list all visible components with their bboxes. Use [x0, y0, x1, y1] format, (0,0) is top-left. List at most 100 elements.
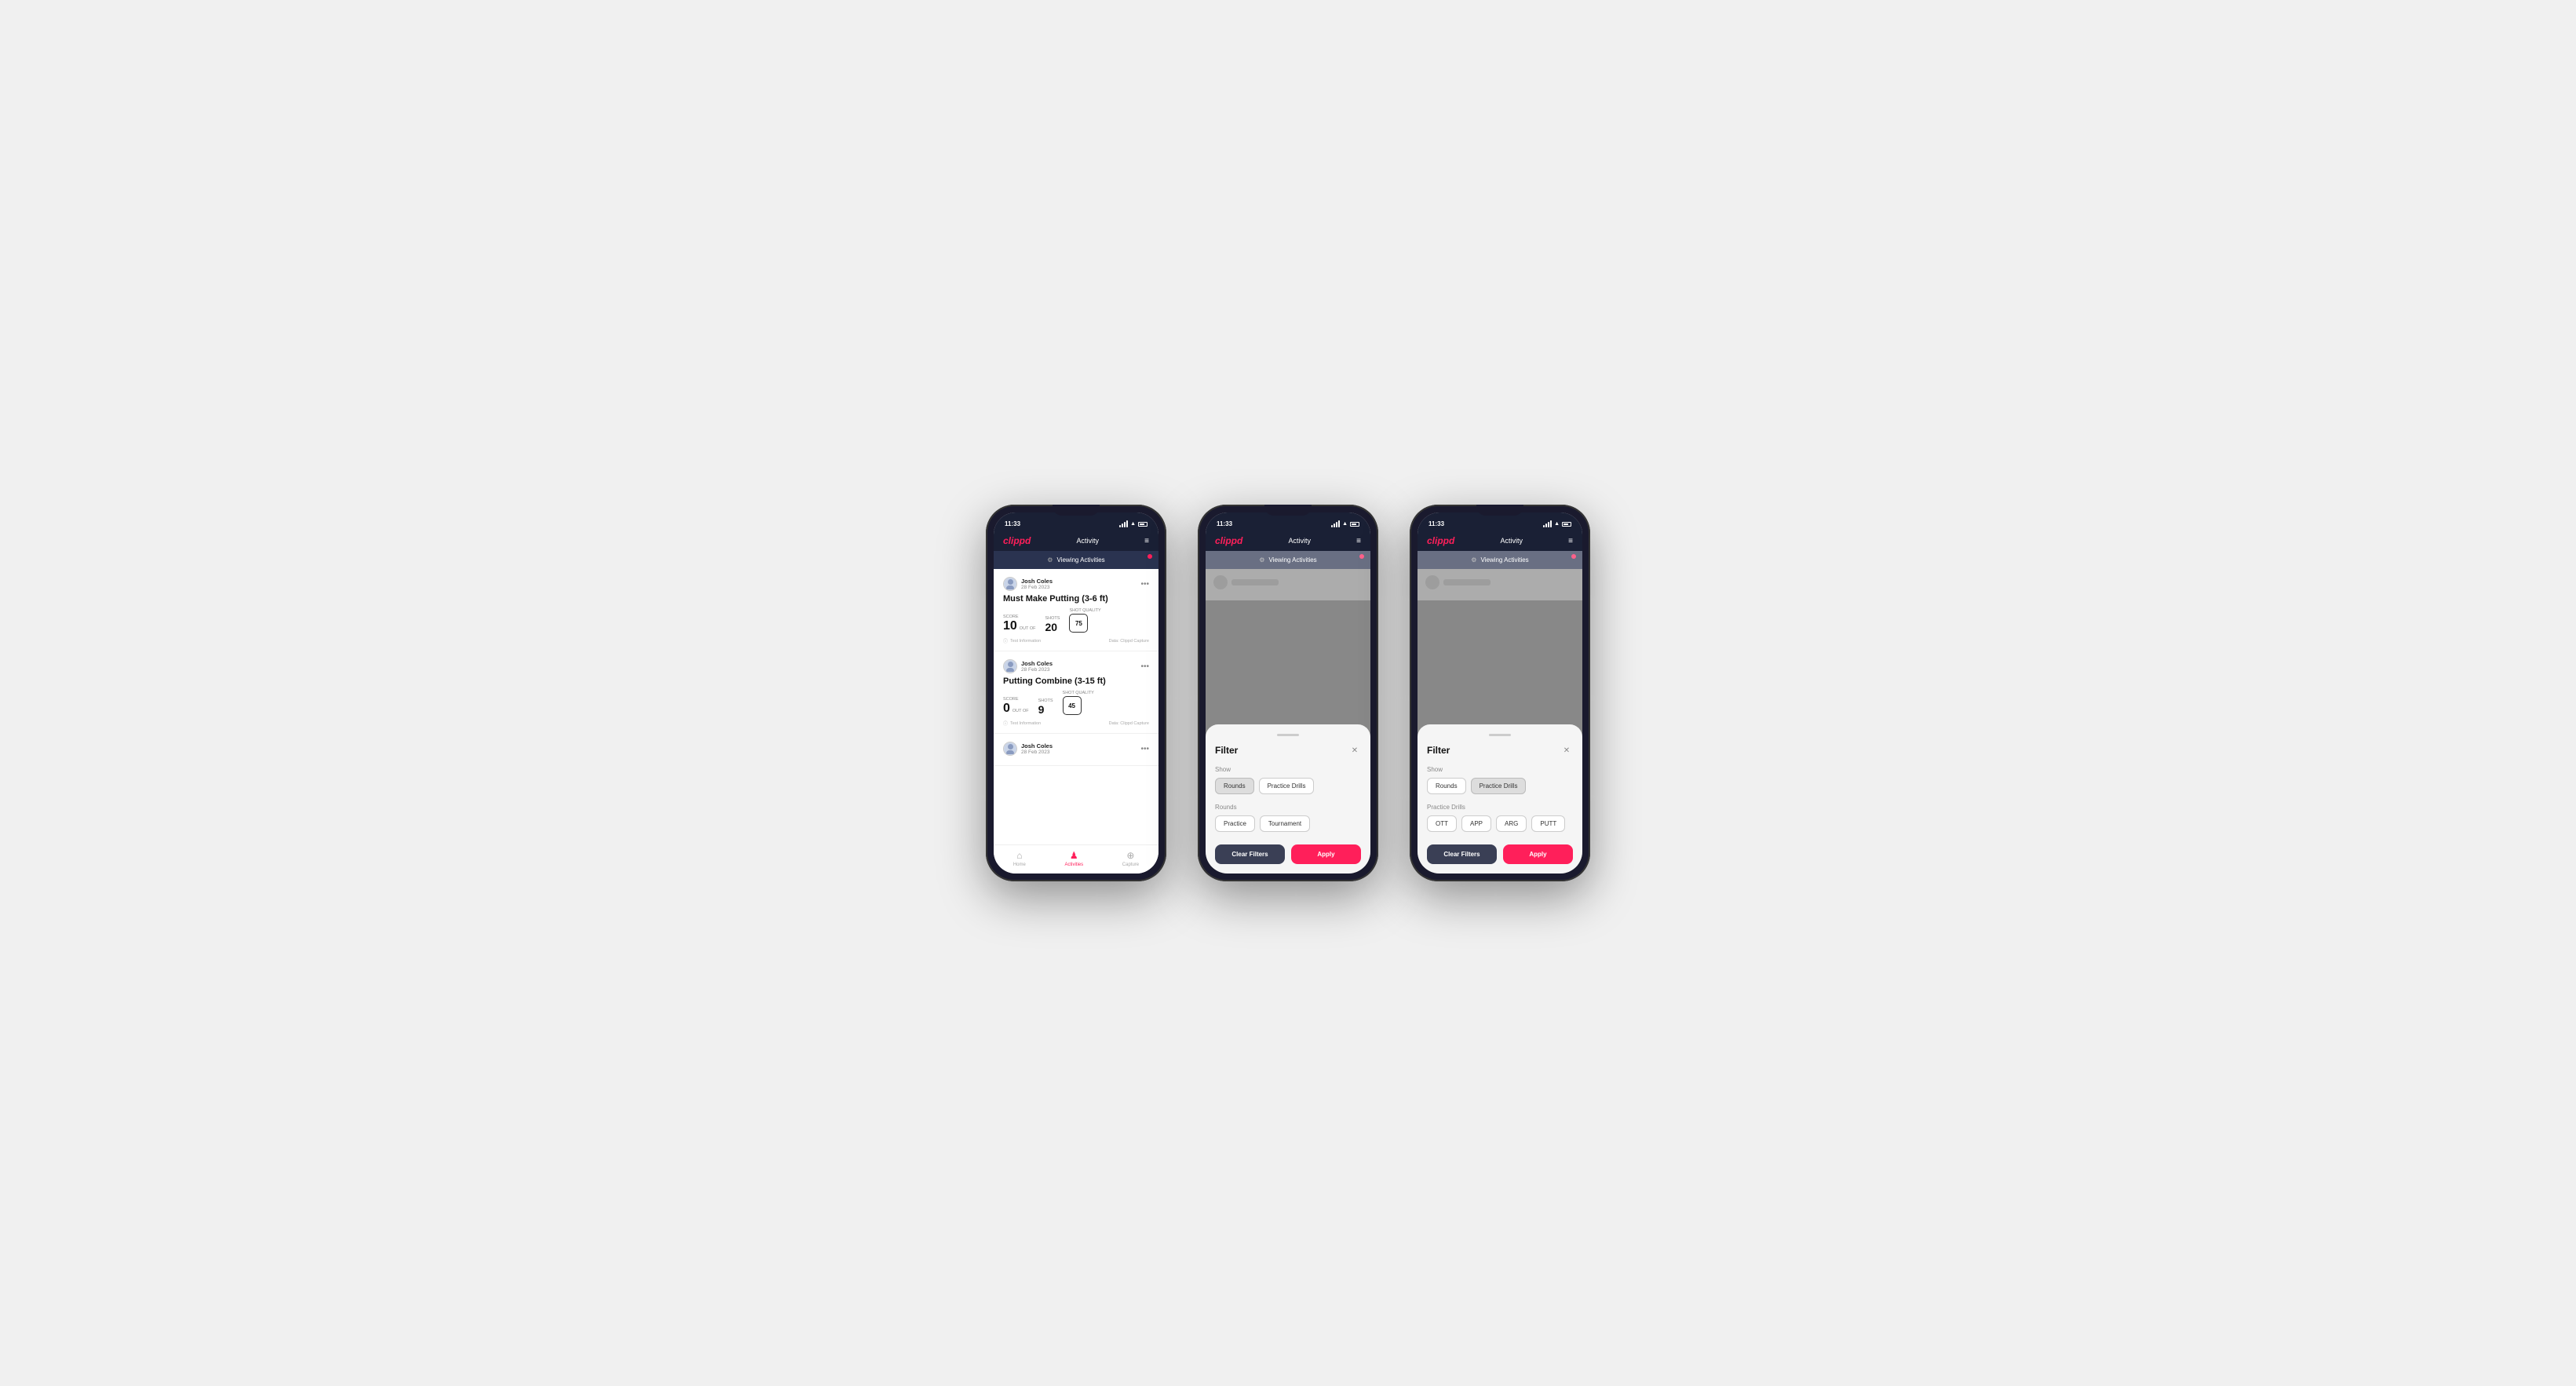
clear-filters-btn-1[interactable]: Clear Filters [1215, 844, 1285, 864]
app-btn[interactable]: APP [1461, 815, 1491, 832]
stat-score-2: Score 0 OUT OF [1003, 697, 1029, 715]
viewing-banner-2[interactable]: ⚙ Viewing Activities [1206, 551, 1370, 569]
logo-3: clippd [1427, 535, 1454, 546]
signal-bars-1 [1119, 520, 1128, 527]
more-btn-3[interactable]: ••• [1140, 745, 1149, 753]
notification-dot-2 [1359, 554, 1364, 559]
avatar-head-2 [1008, 662, 1013, 667]
wifi-icon-1: ▲ [1130, 521, 1136, 527]
status-icons-1: ▲ [1119, 520, 1148, 527]
header-title-3: Activity [1500, 537, 1523, 545]
logo-2: clippd [1215, 535, 1242, 546]
close-btn-1[interactable]: ✕ [1348, 744, 1361, 757]
phone-2: 11:33 ▲ clippd Activity [1198, 505, 1378, 881]
header-title-2: Activity [1288, 537, 1311, 545]
score-big-2: 0 [1003, 702, 1010, 715]
more-btn-2[interactable]: ••• [1140, 662, 1149, 671]
filter-header-2: Filter ✕ [1427, 744, 1573, 757]
menu-icon-2[interactable]: ≡ [1356, 537, 1361, 545]
card-header-2: Josh Coles 28 Feb 2023 ••• [1003, 659, 1149, 673]
tournament-btn-1[interactable]: Tournament [1260, 815, 1310, 832]
battery-1 [1138, 522, 1148, 527]
score-value-row-1: 10 OUT OF [1003, 620, 1035, 633]
nav-activities-1[interactable]: ♟ Activities [1064, 850, 1083, 867]
signal-bars-3 [1543, 520, 1552, 527]
battery-3 [1562, 522, 1571, 527]
activity-card-1: Josh Coles 28 Feb 2023 ••• Must Make Put… [994, 569, 1158, 651]
phones-container: 11:33 ▲ clippd Activity [986, 505, 1590, 881]
filter-rounds-section-1: Rounds Practice Tournament [1215, 804, 1361, 832]
banner-text-3: Viewing Activities [1480, 556, 1528, 564]
app-header-3: clippd Activity ≡ [1418, 531, 1582, 551]
rounds-btn-2[interactable]: Rounds [1427, 778, 1466, 794]
practice-round-btn-1[interactable]: Practice [1215, 815, 1255, 832]
notch-3 [1476, 505, 1523, 516]
quality-badge-2: 45 [1063, 696, 1082, 715]
signal-bar-4 [1126, 520, 1128, 527]
viewing-banner-1[interactable]: ⚙ Viewing Activities [994, 551, 1158, 569]
nav-home-label-1: Home [1013, 863, 1026, 867]
activity-card-2: Josh Coles 28 Feb 2023 ••• Putting Combi… [994, 651, 1158, 734]
notification-dot-3 [1571, 554, 1576, 559]
sb1-3 [1543, 525, 1545, 527]
filter-header-1: Filter ✕ [1215, 744, 1361, 757]
filter-drills-section-2: Practice Drills OTT APP ARG PUTT [1427, 804, 1573, 832]
close-btn-2[interactable]: ✕ [1560, 744, 1573, 757]
bottom-nav-1: ⌂ Home ♟ Activities ⊕ Capture [994, 844, 1158, 874]
avatar-head-1 [1008, 579, 1013, 585]
card-footer-1: ⓘ Test Information Data: Clippd Capture [1003, 637, 1149, 644]
activity-title-2: Putting Combine (3-15 ft) [1003, 677, 1149, 686]
filter-icon-1: ⚙ [1047, 556, 1053, 564]
show-label-2: Show [1427, 766, 1573, 773]
sheet-handle-1 [1277, 734, 1299, 736]
more-btn-1[interactable]: ••• [1140, 580, 1149, 589]
filter-title-1: Filter [1215, 745, 1238, 756]
app-header-2: clippd Activity ≡ [1206, 531, 1370, 551]
notification-dot-1 [1148, 554, 1152, 559]
viewing-banner-3[interactable]: ⚙ Viewing Activities [1418, 551, 1582, 569]
footer-info-2: ⓘ Test Information [1003, 720, 1041, 727]
clear-filters-btn-2[interactable]: Clear Filters [1427, 844, 1497, 864]
user-name-1: Josh Coles [1021, 578, 1053, 585]
user-info-3: Josh Coles 28 Feb 2023 [1003, 742, 1053, 756]
user-info-1: Josh Coles 28 Feb 2023 [1003, 577, 1053, 591]
info-icon-2: ⓘ [1003, 720, 1008, 727]
filter-title-2: Filter [1427, 745, 1450, 756]
ott-btn[interactable]: OTT [1427, 815, 1457, 832]
practice-drills-btn-1[interactable]: Practice Drills [1259, 778, 1315, 794]
filter-show-section-2: Show Rounds Practice Drills [1427, 766, 1573, 794]
avatar-2 [1003, 659, 1017, 673]
apply-btn-1[interactable]: Apply [1291, 844, 1361, 864]
apply-btn-2[interactable]: Apply [1503, 844, 1573, 864]
user-name-2: Josh Coles [1021, 660, 1053, 667]
nav-home-1[interactable]: ⌂ Home [1013, 850, 1026, 867]
avatar-body-3 [1006, 750, 1014, 754]
rounds-btn-1[interactable]: Rounds [1215, 778, 1254, 794]
arg-btn[interactable]: ARG [1496, 815, 1527, 832]
phone-3: 11:33 ▲ clippd Activity [1410, 505, 1590, 881]
avatar-head-3 [1008, 744, 1013, 750]
menu-icon-3[interactable]: ≡ [1568, 537, 1573, 545]
status-time-2: 11:33 [1217, 520, 1232, 527]
sb4 [1338, 520, 1340, 527]
nav-capture-1[interactable]: ⊕ Capture [1122, 850, 1139, 867]
user-date-3: 28 Feb 2023 [1021, 750, 1053, 755]
sheet-handle-2 [1489, 734, 1511, 736]
info-icon-1: ⓘ [1003, 637, 1008, 644]
avatar-inner-1 [1004, 578, 1016, 590]
avatar-inner-2 [1004, 660, 1016, 673]
footer-left-1: Test Information [1010, 639, 1041, 644]
user-details-2: Josh Coles 28 Feb 2023 [1021, 660, 1053, 673]
practice-drills-btn-2[interactable]: Practice Drills [1471, 778, 1527, 794]
user-details-3: Josh Coles 28 Feb 2023 [1021, 742, 1053, 755]
stats-row-1: Score 10 OUT OF Shots 20 Shot Quality [1003, 608, 1149, 633]
footer-left-2: Test Information [1010, 721, 1041, 726]
sb2-3 [1545, 523, 1547, 527]
score-big-1: 10 [1003, 620, 1017, 633]
screen-2: 11:33 ▲ clippd Activity [1206, 512, 1370, 874]
card-header-3: Josh Coles 28 Feb 2023 ••• [1003, 742, 1149, 756]
battery-fill-3 [1563, 523, 1568, 525]
avatar-3 [1003, 742, 1017, 756]
putt-btn[interactable]: PUTT [1531, 815, 1565, 832]
menu-icon-1[interactable]: ≡ [1144, 537, 1149, 545]
